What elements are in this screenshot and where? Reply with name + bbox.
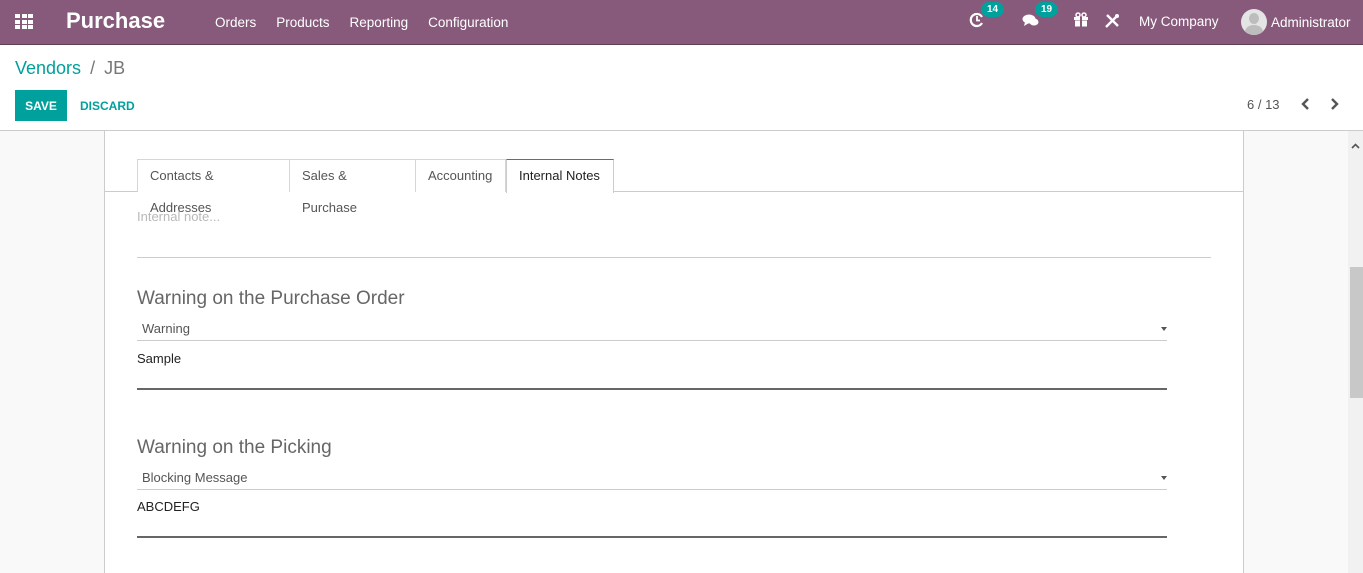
- picking-warning-select[interactable]: Blocking Message: [137, 468, 1167, 490]
- purchase-warning-select[interactable]: Warning: [137, 319, 1167, 341]
- scroll-up-arrow-icon[interactable]: [1351, 137, 1360, 149]
- pager-previous-button[interactable]: [1300, 97, 1314, 113]
- breadcrumb-vendors[interactable]: Vendors: [15, 58, 81, 78]
- breadcrumb-separator: /: [90, 58, 96, 78]
- picking-warning-message[interactable]: ABCDEFG: [137, 494, 1167, 538]
- control-panel: Vendors / JB SAVE DISCARD 6 / 13: [0, 45, 1363, 131]
- save-button[interactable]: SAVE: [15, 90, 67, 121]
- caret-down-icon: [1161, 476, 1167, 480]
- avatar: [1241, 9, 1267, 35]
- messages-badge: 19: [1035, 2, 1059, 17]
- pager-value: 6 / 13: [1247, 97, 1280, 112]
- gift-button[interactable]: [1073, 12, 1089, 28]
- picking-warning-selected: Blocking Message: [142, 470, 248, 485]
- pager-next-button[interactable]: [1328, 97, 1342, 113]
- discard-button[interactable]: DISCARD: [80, 90, 135, 121]
- activity-button[interactable]: 14: [969, 2, 1005, 28]
- form-sheet: Contacts & Addresses Sales & Purchase Ac…: [104, 131, 1244, 573]
- menu-configuration[interactable]: Configuration: [428, 15, 508, 30]
- vertical-scrollbar[interactable]: [1348, 131, 1363, 573]
- messages-button[interactable]: 19: [1022, 2, 1059, 28]
- form-view: Contacts & Addresses Sales & Purchase Ac…: [0, 131, 1348, 573]
- app-title: Purchase: [66, 8, 166, 33]
- top-navbar: Purchase Orders Products Reporting Confi…: [0, 0, 1363, 45]
- company-switcher[interactable]: My Company: [1139, 14, 1219, 29]
- scrollbar-thumb[interactable]: [1350, 267, 1363, 398]
- picking-warning-title: Warning on the Picking: [137, 437, 332, 458]
- breadcrumb: Vendors / JB: [15, 58, 125, 79]
- chevron-right-icon: [1331, 98, 1339, 110]
- purchase-warning-message[interactable]: Sample: [137, 346, 1167, 390]
- breadcrumb-current: JB: [104, 58, 126, 78]
- purchase-warning-title: Warning on the Purchase Order: [137, 288, 405, 309]
- tab-internal-notes[interactable]: Internal Notes: [506, 159, 614, 193]
- tab-accounting[interactable]: Accounting: [416, 159, 506, 192]
- gift-icon: [1074, 12, 1088, 27]
- debug-tools-button[interactable]: [1104, 13, 1120, 29]
- notebook-tabs: Contacts & Addresses Sales & Purchase Ac…: [105, 159, 1243, 215]
- tab-contacts-addresses[interactable]: Contacts & Addresses: [137, 159, 290, 215]
- activity-badge: 14: [981, 2, 1005, 17]
- caret-down-icon: [1161, 327, 1167, 331]
- internal-note-field[interactable]: Internal note...: [137, 209, 1211, 258]
- user-name: Administrator: [1271, 14, 1351, 30]
- tools-icon: [1105, 14, 1119, 28]
- purchase-warning-selected: Warning: [142, 321, 190, 336]
- menu-reporting[interactable]: Reporting: [350, 15, 409, 30]
- menu-products[interactable]: Products: [276, 15, 329, 30]
- apps-menu-icon[interactable]: [15, 14, 33, 30]
- main-menu: Orders Products Reporting Configuration: [215, 0, 528, 45]
- menu-orders[interactable]: Orders: [215, 15, 256, 30]
- user-menu[interactable]: Administrator: [1241, 9, 1351, 35]
- chevron-left-icon: [1301, 98, 1309, 110]
- tab-sales-purchase[interactable]: Sales & Purchase: [290, 159, 416, 215]
